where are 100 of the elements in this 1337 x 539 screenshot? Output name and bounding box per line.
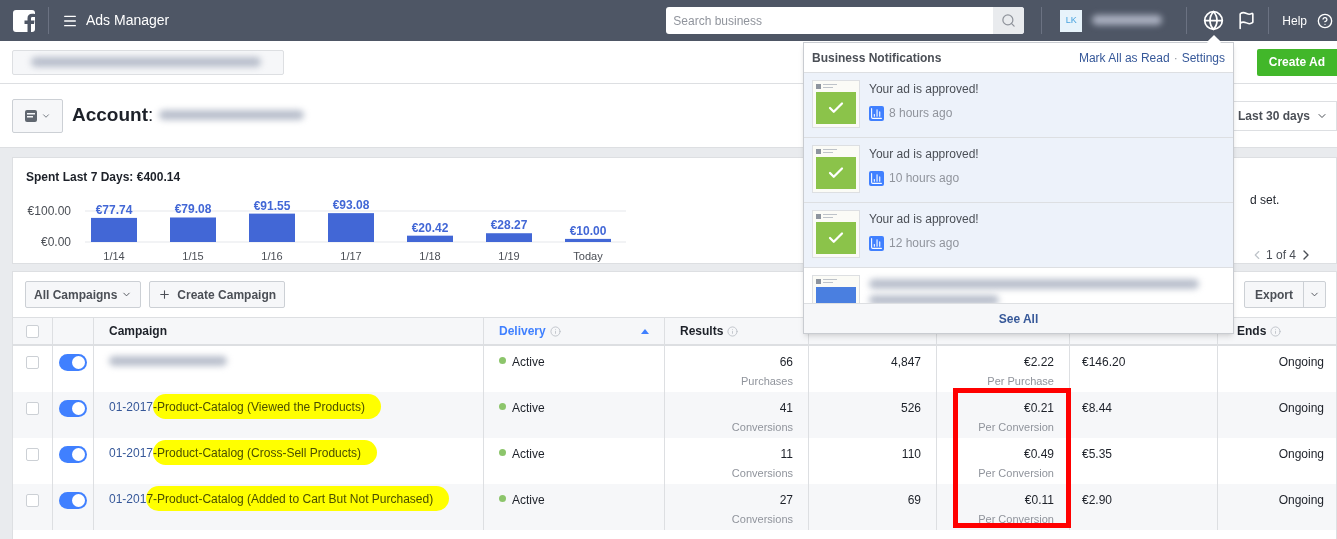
toggle-switch[interactable] — [59, 492, 87, 509]
pager-text: 1 of 4 — [1266, 247, 1297, 264]
toggle-switch[interactable] — [59, 354, 87, 371]
results-count: 41 — [779, 400, 793, 417]
notification-text: Your ad is approved! — [869, 81, 979, 98]
cost-value: €0.49 — [1023, 446, 1054, 463]
row-checkbox[interactable] — [26, 448, 39, 461]
select-all-checkbox[interactable] — [26, 324, 39, 338]
create-campaign-button[interactable]: Create Campaign — [149, 281, 286, 308]
bar-value: €77.74 — [95, 202, 133, 217]
bar-value: €79.08 — [174, 202, 212, 217]
plus-icon — [158, 288, 172, 301]
amount-spent: €146.20 — [1082, 355, 1126, 369]
app-title: Ads Manager — [86, 11, 170, 30]
settings-link[interactable]: Settings — [1181, 48, 1225, 67]
notification-time: 10 hours ago — [889, 170, 960, 187]
flag-icon[interactable] — [1237, 11, 1257, 30]
axis-label: 1/15 — [182, 250, 204, 262]
axis-label: €100.00 — [27, 204, 71, 218]
delivery-status: Active — [512, 492, 545, 509]
row-checkbox[interactable] — [26, 356, 39, 369]
results-unit: Conversions — [731, 466, 793, 481]
bar — [249, 213, 295, 242]
results-unit: Conversions — [731, 512, 793, 527]
row-checkbox[interactable] — [26, 402, 39, 415]
results-unit: Conversions — [731, 420, 793, 435]
filter-dropdown[interactable]: All Campaigns — [25, 281, 142, 308]
end-date: Ongoing — [1278, 400, 1324, 417]
amount-spent: €5.35 — [1082, 447, 1113, 461]
mark-all-read-link[interactable]: Mark All as Read — [1078, 48, 1170, 67]
axis-label: 1/19 — [498, 250, 520, 262]
chart-icon — [869, 235, 884, 251]
axis-label: €0.00 — [40, 235, 71, 249]
axis-label: Today — [573, 250, 603, 262]
column-header[interactable]: Ends — [1237, 322, 1267, 340]
ad-thumbnail — [812, 80, 860, 128]
help-link[interactable]: Help — [1282, 11, 1307, 30]
search-icon — [1001, 13, 1017, 28]
sort-icon[interactable] — [641, 328, 649, 334]
export-button[interactable]: Export — [1244, 281, 1326, 308]
chart-title: Spent Last 7 Days: €400.14 — [26, 169, 182, 186]
amount-spent: €2.90 — [1082, 493, 1113, 507]
table-row[interactable]: 01-2017-Product-Catalog (Added to Cart But Not Purchased) Active 27 Conversions 69 €0.11 Per Conversion €2.90 Ongoing — [13, 484, 1336, 530]
delivery-status: Active — [512, 354, 545, 371]
reach-value: 4,847 — [890, 354, 921, 371]
bar — [407, 235, 453, 242]
notice-text: d set. — [1250, 192, 1281, 209]
reach-value: 526 — [900, 400, 921, 417]
bar — [328, 213, 374, 242]
axis-label: 1/16 — [261, 250, 283, 262]
notification-text: Your ad is approved! — [869, 146, 979, 163]
separator-dot: · — [1173, 49, 1178, 67]
notification-item[interactable]: Your ad is approved! 8 hours ago — [804, 73, 1233, 138]
results-unit: Purchases — [741, 374, 793, 389]
column-header[interactable]: Campaign — [109, 322, 167, 340]
toggle-switch[interactable] — [59, 446, 87, 463]
blurred-text — [1092, 14, 1163, 25]
bar-value: €91.55 — [253, 198, 291, 213]
globe-icon[interactable] — [1203, 10, 1225, 31]
bar-value: €28.27 — [490, 218, 528, 233]
facebook-logo[interactable] — [13, 9, 35, 32]
bar-value: €20.42 — [411, 220, 449, 235]
bar — [170, 217, 216, 242]
chart-icon — [869, 170, 884, 186]
cost-unit: Per Conversion — [978, 420, 1054, 435]
notification-item[interactable]: Your ad is approved! 12 hours ago — [804, 203, 1233, 268]
ad-thumbnail — [812, 210, 860, 258]
cost-value: €0.11 — [1024, 492, 1054, 509]
account-menu-button[interactable] — [12, 98, 63, 133]
chart-icon — [869, 105, 884, 121]
end-date: Ongoing — [1278, 492, 1324, 509]
delivery-status: Active — [512, 400, 545, 417]
amount-spent: €8.44 — [1082, 401, 1113, 415]
bar-value: €10.00 — [569, 223, 607, 238]
ad-thumbnail — [812, 145, 860, 193]
reach-value: 110 — [901, 446, 921, 463]
help-icon[interactable] — [1317, 12, 1333, 29]
axis-label: 1/14 — [103, 250, 125, 262]
see-all-link[interactable]: See All — [998, 309, 1039, 328]
cost-unit: Per Purchase — [987, 374, 1054, 389]
notification-time: 12 hours ago — [889, 235, 960, 252]
results-count: 66 — [779, 354, 793, 371]
toggle-switch[interactable] — [59, 400, 87, 417]
notification-item[interactable]: Your ad is approved! 10 hours ago — [804, 138, 1233, 203]
results-count: 11 — [780, 446, 793, 463]
cost-value: €0.21 — [1023, 400, 1054, 417]
notification-text: Your ad is approved! — [869, 211, 979, 228]
delivery-status: Active — [512, 446, 545, 463]
bar — [565, 238, 611, 242]
row-checkbox[interactable] — [26, 494, 39, 507]
bar-value: €93.08 — [332, 198, 370, 213]
cost-unit: Per Conversion — [978, 512, 1054, 527]
axis-label: 1/18 — [419, 250, 441, 262]
axis-label: 1/17 — [340, 250, 362, 262]
column-header[interactable]: Results — [680, 322, 724, 340]
bar — [486, 233, 532, 242]
search-button[interactable] — [993, 7, 1025, 34]
end-date: Ongoing — [1278, 446, 1324, 463]
cost-value: €2.22 — [1023, 354, 1054, 371]
cost-unit: Per Conversion — [978, 466, 1054, 481]
